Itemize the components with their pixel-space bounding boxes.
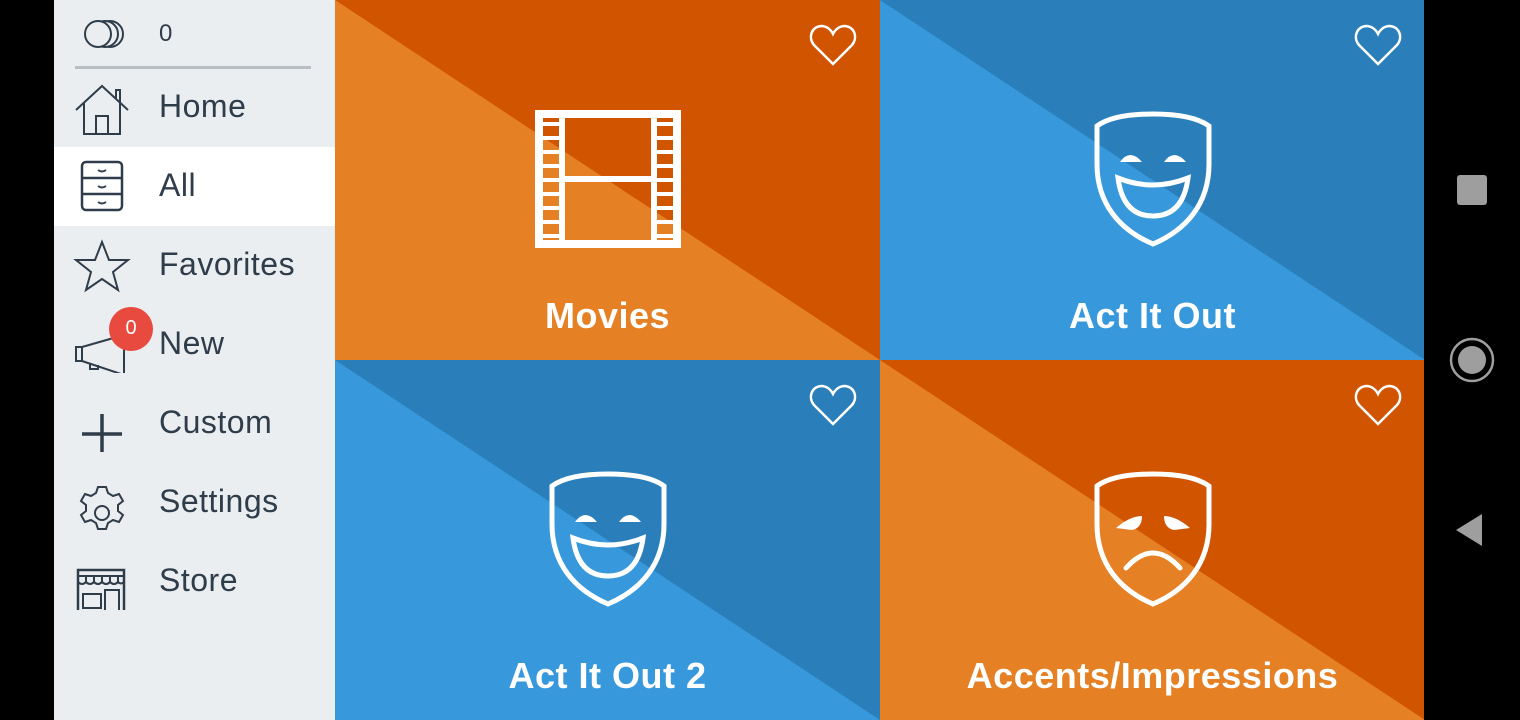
- tile-title: Movies: [544, 295, 671, 336]
- sidebar-item-label: Settings: [159, 483, 279, 519]
- storefront-icon: [76, 568, 126, 610]
- tile-title: Accents/Impressions: [966, 655, 1339, 696]
- sidebar-item-new[interactable]: 0 New: [54, 305, 335, 384]
- sidebar-item-label: Store: [159, 562, 238, 598]
- home-circle-icon[interactable]: [1444, 332, 1500, 388]
- gear-icon: [79, 486, 125, 530]
- plus-icon: [82, 414, 122, 452]
- comedy-mask-icon: [1094, 111, 1211, 247]
- sidebar-item-favorites[interactable]: Favorites: [54, 226, 335, 305]
- film-strip-icon: [534, 110, 681, 248]
- home-icon: [75, 84, 129, 135]
- favorite-heart-icon[interactable]: [808, 22, 858, 68]
- sidebar-item-label: New: [159, 325, 225, 361]
- sidebar: 0 Home All Favorites 0 New Custom Settin…: [54, 0, 335, 720]
- sidebar-item-all[interactable]: All: [54, 147, 335, 226]
- back-triangle-icon[interactable]: [1444, 502, 1500, 558]
- category-tile-act-it-out-2[interactable]: Act It Out 2: [335, 360, 880, 720]
- coins-value: 0: [159, 20, 173, 47]
- screen-edge: [0, 0, 54, 720]
- coins-counter[interactable]: 0: [54, 0, 335, 66]
- sidebar-item-label: Custom: [159, 404, 273, 440]
- new-count-badge: 0: [109, 307, 153, 351]
- recents-square-icon[interactable]: [1444, 162, 1500, 218]
- tile-title: Act It Out 2: [508, 655, 707, 696]
- drawer-cabinet-icon: [80, 160, 124, 212]
- tragedy-mask-icon: [1094, 471, 1211, 607]
- coins-icon: [84, 20, 124, 48]
- sidebar-item-store[interactable]: Store: [54, 542, 335, 621]
- system-navigation-bar: [1424, 0, 1520, 720]
- sidebar-item-settings[interactable]: Settings: [54, 463, 335, 542]
- favorite-heart-icon[interactable]: [808, 382, 858, 428]
- star-icon: [73, 239, 131, 293]
- favorite-heart-icon[interactable]: [1353, 22, 1403, 68]
- category-grid: Movies Act It Out Act It Out 2 Accents/I…: [335, 0, 1425, 720]
- sidebar-item-label: Home: [159, 88, 247, 124]
- category-tile-act-it-out[interactable]: Act It Out: [880, 0, 1425, 360]
- category-tile-movies[interactable]: Movies: [335, 0, 880, 360]
- sidebar-item-label: Favorites: [159, 246, 296, 282]
- sidebar-item-label: All: [159, 167, 197, 203]
- sidebar-item-home[interactable]: Home: [54, 68, 335, 147]
- sidebar-item-custom[interactable]: Custom: [54, 384, 335, 463]
- category-tile-accents-impressions[interactable]: Accents/Impressions: [880, 360, 1425, 720]
- tile-title: Act It Out: [1069, 295, 1236, 336]
- comedy-mask-icon: [549, 471, 666, 607]
- favorite-heart-icon[interactable]: [1353, 382, 1403, 428]
